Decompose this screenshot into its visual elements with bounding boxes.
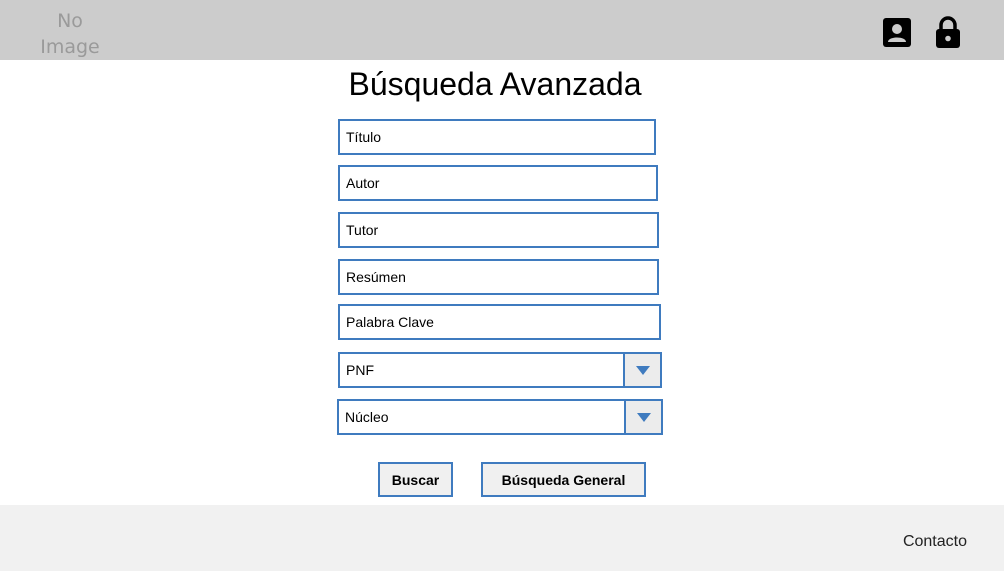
pnf-select[interactable]: PNF xyxy=(338,352,662,388)
header-bar: No Image xyxy=(0,0,1004,60)
chevron-down-icon xyxy=(635,365,650,375)
footer: Contacto xyxy=(0,505,1004,571)
logo-placeholder: No Image xyxy=(30,8,110,60)
titulo-field[interactable] xyxy=(338,119,656,155)
logo-line-1: No xyxy=(57,10,83,32)
nucleo-select[interactable]: Núcleo xyxy=(337,399,663,435)
user-profile-icon[interactable] xyxy=(882,16,912,48)
titulo-input[interactable] xyxy=(346,121,654,153)
autor-field[interactable] xyxy=(338,165,658,201)
chevron-down-icon xyxy=(636,412,651,422)
resumen-input[interactable] xyxy=(346,261,657,293)
pnf-select-value: PNF xyxy=(346,362,374,378)
tutor-input[interactable] xyxy=(346,214,657,246)
resumen-field[interactable] xyxy=(338,259,659,295)
palabra-clave-input[interactable] xyxy=(346,306,659,338)
tutor-field[interactable] xyxy=(338,212,659,248)
pnf-dropdown-button[interactable] xyxy=(623,354,660,386)
nucleo-select-value: Núcleo xyxy=(345,409,389,425)
logo-line-2: Image xyxy=(40,36,100,58)
page: No Image Búsqueda Avanzada Título Autor … xyxy=(0,0,1004,571)
buscar-button[interactable]: Buscar xyxy=(378,462,453,497)
contacto-link[interactable]: Contacto xyxy=(903,533,967,551)
lock-icon[interactable] xyxy=(933,16,963,48)
autor-input[interactable] xyxy=(346,167,656,199)
page-title: Búsqueda Avanzada xyxy=(348,66,642,102)
nucleo-dropdown-button[interactable] xyxy=(624,401,661,433)
palabra-clave-field[interactable] xyxy=(338,304,661,340)
busqueda-general-button[interactable]: Búsqueda General xyxy=(481,462,646,497)
